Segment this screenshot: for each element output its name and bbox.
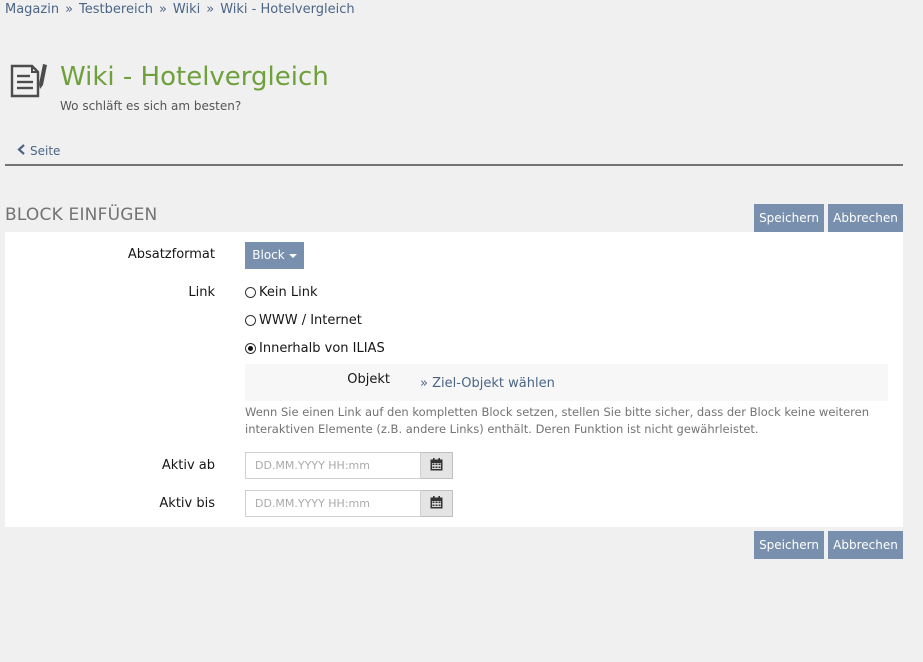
aktiv-bis-group [245,490,453,517]
link-label: Link [188,285,215,300]
aktiv-bis-calendar-button[interactable] [421,490,453,517]
tab-bar: Seite [5,140,903,166]
cancel-button-top[interactable]: Abbrechen [828,204,903,232]
link-info-text: Wenn Sie einen Link auf den kompletten B… [245,405,870,436]
breadcrumb-item-testbereich[interactable]: Testbereich [79,2,153,17]
select-target-object-link[interactable]: » Ziel-Objekt wählen [420,376,555,391]
aktiv-ab-label: Aktiv ab [161,458,215,473]
back-to-page-tab[interactable]: Seite [17,144,60,158]
wiki-document-icon [8,62,50,98]
radio-innerhalb-ilias[interactable]: Innerhalb von ILIAS [245,341,385,356]
save-button-top[interactable]: Speichern [754,204,824,232]
breadcrumb-item-magazin[interactable]: Magazin [5,2,59,17]
breadcrumb: Magazin » Testbereich » Wiki » Wiki - Hotelver… [5,1,355,19]
caret-down-icon [288,253,297,258]
radio-label: Innerhalb von ILIAS [259,341,385,356]
radio-www-internet[interactable]: WWW / Internet [245,313,362,328]
radio-label: WWW / Internet [259,313,362,328]
breadcrumb-separator: » [206,2,215,17]
radio-label: Kein Link [259,285,318,300]
radio-kein-link[interactable]: Kein Link [245,285,317,300]
radio-button-unchecked[interactable] [245,315,256,326]
back-tab-label: Seite [30,144,61,158]
radio-button-checked[interactable] [245,343,256,354]
breadcrumb-separator: » [65,2,74,17]
page-subtitle: Wo schläft es sich am besten? [60,99,242,113]
breadcrumb-item-wiki[interactable]: Wiki [173,2,200,17]
form-panel: Absatzformat Block Link Kein Link WWW / … [5,232,903,527]
absatzformat-dropdown[interactable]: Block [245,242,304,269]
breadcrumb-item-hotelvergleich[interactable]: Wiki - Hotelvergleich [220,2,354,17]
aktiv-bis-label: Aktiv bis [159,496,215,511]
objekt-label: Objekt [347,372,390,387]
aktiv-bis-input[interactable] [245,490,421,517]
section-title: BLOCK EINFÜGEN [5,205,158,225]
calendar-icon [430,494,443,513]
radio-button-unchecked[interactable] [245,287,256,298]
objekt-subform: Objekt » Ziel-Objekt wählen [245,364,888,401]
absatzformat-label: Absatzformat [127,247,215,262]
cancel-button-bottom[interactable]: Abbrechen [828,531,903,559]
page-title: Wiki - Hotelvergleich [60,62,329,92]
breadcrumb-separator: » [158,2,167,17]
absatzformat-value: Block [252,248,285,262]
save-button-bottom[interactable]: Speichern [754,531,824,559]
aktiv-ab-input[interactable] [245,452,421,479]
calendar-icon [430,456,443,475]
aktiv-ab-calendar-button[interactable] [421,452,453,479]
aktiv-ab-group [245,452,453,479]
radio-dot [248,346,253,351]
chevron-left-icon [17,144,26,158]
